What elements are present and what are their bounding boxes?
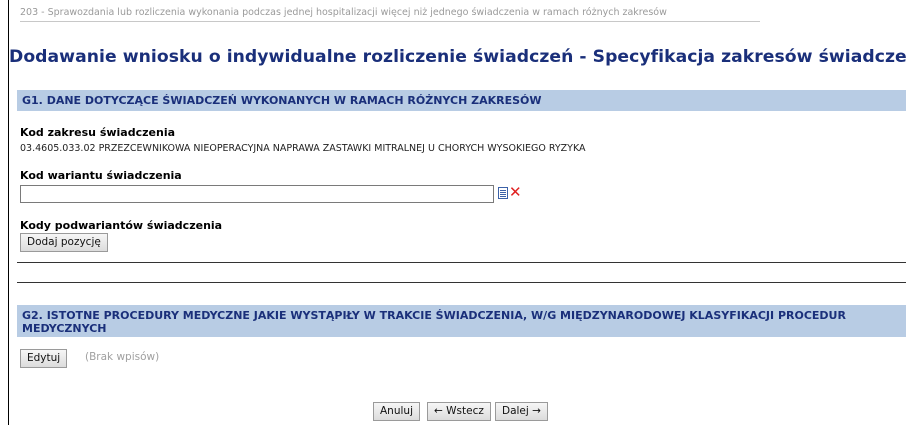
section-g2-header: G2. ISTOTNE PROCEDURY MEDYCZNE JAKIE WYS… <box>17 305 906 337</box>
kod-zakresu-label: Kod zakresu świadczenia <box>20 126 176 139</box>
list-icon[interactable] <box>498 187 508 199</box>
breadcrumb: 203 - Sprawozdania lub rozliczenia wykon… <box>20 7 760 22</box>
wstecz-button[interactable]: ← Wstecz <box>427 402 491 421</box>
edytuj-button[interactable]: Edytuj <box>20 349 68 368</box>
empty-note: (Brak wpisów) <box>85 351 160 363</box>
kod-zakresu-value: 03.4605.033.02 PRZEZCEWNIKOWA NIEOPERACY… <box>20 143 586 154</box>
clear-icon[interactable]: ✕ <box>509 183 522 201</box>
page-title: Dodawanie wniosku o indywidualne rozlicz… <box>9 47 906 67</box>
anuluj-button[interactable]: Anuluj <box>373 402 420 421</box>
dalej-button[interactable]: Dalej → <box>495 402 548 421</box>
kod-wariantu-input[interactable] <box>20 185 494 203</box>
form-frame: 203 - Sprawozdania lub rozliczenia wykon… <box>8 0 906 425</box>
dodaj-pozycje-button[interactable]: Dodaj pozycję <box>20 233 108 252</box>
kod-wariantu-label: Kod wariantu świadczenia <box>20 169 182 182</box>
divider-bottom <box>17 282 906 283</box>
kody-podwariantow-label: Kody podwariantów świadczenia <box>20 219 223 232</box>
section-g1-header: G1. DANE DOTYCZĄCE ŚWIADCZEŃ WYKONANYCH … <box>17 90 906 111</box>
divider-top <box>17 262 906 263</box>
